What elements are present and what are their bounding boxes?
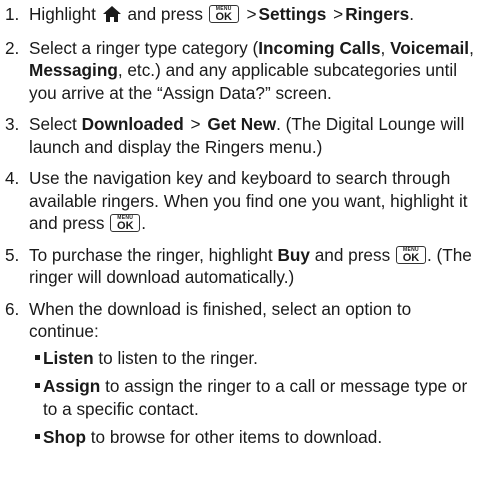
option-label: Shop xyxy=(43,427,86,447)
step-number: 2. xyxy=(5,37,20,58)
step-number: 4. xyxy=(5,168,20,188)
option-list: Listen to listen to the ringer. Assign t… xyxy=(29,347,481,449)
step-text: To purchase the ringer, highlight Buy an… xyxy=(29,244,472,288)
step-number: 6. xyxy=(5,298,20,319)
step-5: 5. To purchase the ringer, highlight Buy… xyxy=(0,244,487,289)
bullet-icon xyxy=(29,375,43,397)
step-text: When the download is finished, select an… xyxy=(29,298,487,455)
step-3: 3. Select Downloaded > Get New. (The Dig… xyxy=(0,113,487,158)
instruction-page: 1. Highlight and press MENU OK > Settings … xyxy=(0,0,487,483)
step-number: 5. xyxy=(5,244,20,265)
step-1: 1. Highlight and press MENU OK > Settings … xyxy=(0,3,487,28)
step-number: 1. xyxy=(5,4,20,24)
option-label: Assign xyxy=(43,376,101,396)
menu-path-ringers: Ringers xyxy=(345,4,410,24)
list-item: Shop to browse for other items to downlo… xyxy=(29,426,481,449)
menu-ok-key-icon: MENU OK xyxy=(395,245,426,264)
home-icon xyxy=(102,5,121,28)
step-text: Select a ringer type category (Incoming … xyxy=(29,37,474,103)
list-item: Assign to assign the ringer to a call or… xyxy=(29,375,481,420)
menu-ok-key-icon: MENU OK xyxy=(208,5,239,23)
step-text: Select Downloaded > Get New. (The Digita… xyxy=(29,114,465,157)
step-number: 3. xyxy=(5,114,20,134)
step-4: 4. Use the navigation key and keyboard t… xyxy=(0,167,487,235)
bullet-icon xyxy=(29,347,43,369)
step-text: Use the navigation key and keyboard to s… xyxy=(29,168,468,233)
step-text: Highlight and press MENU OK > Settings > Ri… xyxy=(29,3,487,28)
list-item: Listen to listen to the ringer. xyxy=(29,347,481,370)
menu-path-settings: Settings xyxy=(258,4,327,24)
menu-ok-key-icon: MENU OK xyxy=(110,214,141,232)
step-2: 2. Select a ringer type category (Incomi… xyxy=(0,37,487,105)
bullet-icon xyxy=(29,426,43,448)
option-label: Listen xyxy=(43,347,94,368)
step-6: 6. When the download is finished, select… xyxy=(0,298,487,455)
